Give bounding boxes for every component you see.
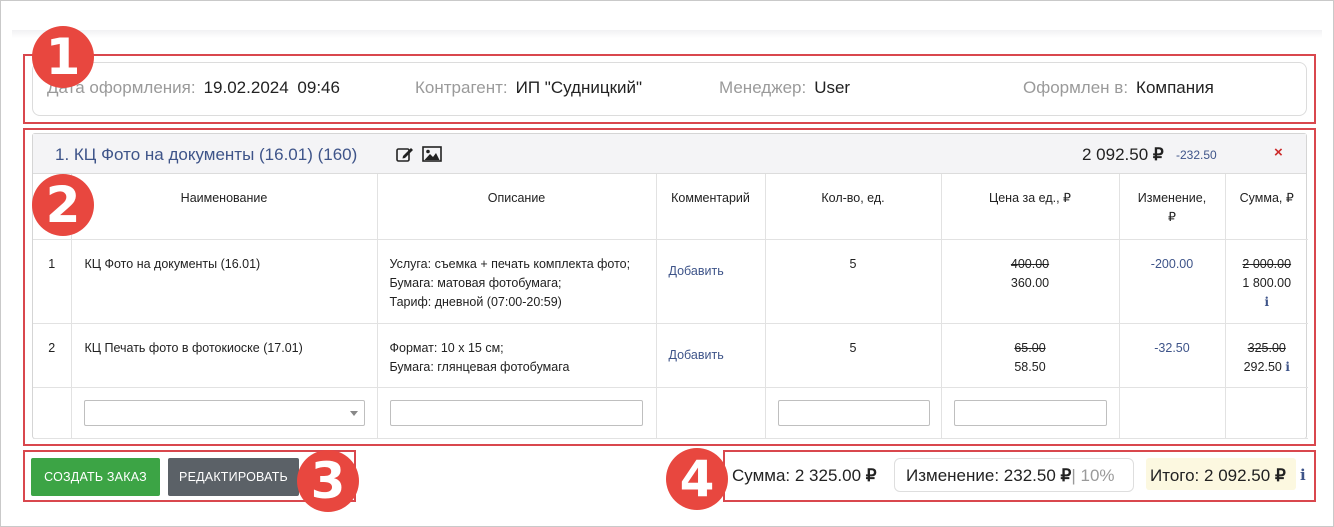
annotation-badge-3: 3	[297, 450, 359, 512]
annotation-box-4	[723, 450, 1316, 502]
annotation-box-1	[23, 54, 1316, 124]
annotation-box-2	[23, 128, 1316, 446]
annotation-badge-1: 1	[32, 26, 94, 88]
annotation-badge-2: 2	[32, 174, 94, 236]
top-shade	[12, 30, 1322, 38]
annotation-badge-4: 4	[666, 448, 728, 510]
